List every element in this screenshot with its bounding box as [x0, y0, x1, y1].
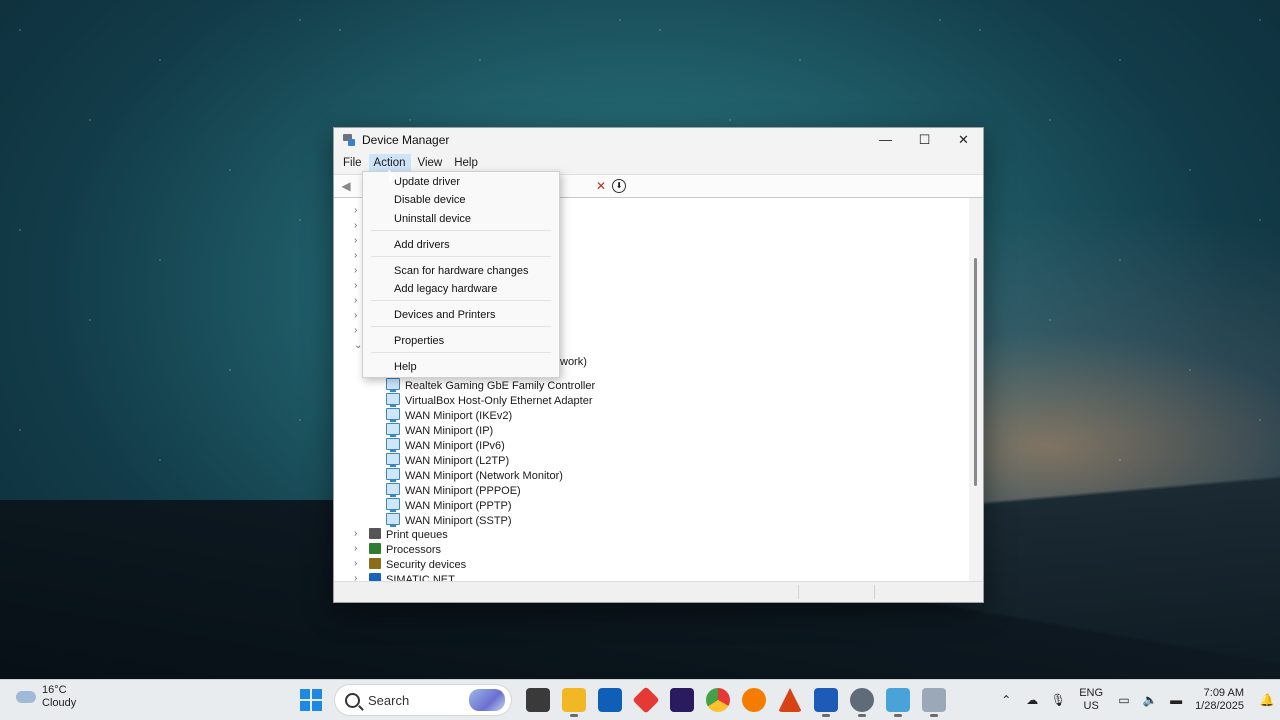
weather-widget[interactable]: 16°C Cloudy — [16, 684, 76, 710]
cloud-icon — [16, 691, 36, 703]
chevron-right-icon[interactable]: › — [354, 543, 364, 554]
tree-item[interactable]: WAN Miniport (Network Monitor) — [386, 468, 563, 483]
task-view-icon[interactable] — [526, 688, 550, 712]
tree-category-processors[interactable]: Processors — [369, 543, 441, 558]
microphone-icon[interactable]: 🎙 — [1050, 692, 1066, 708]
network-adapter-icon — [386, 408, 400, 422]
processor-icon — [369, 543, 381, 554]
chrome-icon[interactable] — [706, 688, 730, 712]
taskbar-search[interactable]: Search — [334, 684, 512, 716]
menu-item-add-legacy-hardware[interactable]: Add legacy hardware — [394, 283, 497, 295]
settings-gear-icon[interactable] — [850, 688, 874, 717]
network-adapter-icon — [386, 483, 400, 497]
tree-item[interactable]: WAN Miniport (IP) — [386, 423, 493, 438]
tree-item[interactable]: WAN Miniport (PPPOE) — [386, 483, 521, 498]
tree-item[interactable]: VirtualBox Host-Only Ethernet Adapter — [386, 393, 593, 408]
network-adapter-icon — [386, 423, 400, 437]
weather-temp: 16°C — [42, 684, 67, 696]
system-tray: ⌃ ☁ 🎙 ENG US ▭ 🔈 ▬ 7:09 AM 1/28/2025 🔔 — [993, 680, 1280, 720]
menu-separator — [371, 300, 551, 301]
device-manager-taskbar-icon[interactable] — [922, 688, 946, 717]
close-button[interactable]: ✕ — [944, 128, 983, 152]
printer-icon — [369, 528, 381, 539]
menu-separator — [371, 230, 551, 231]
menu-separator — [371, 352, 551, 353]
network-adapter-icon — [386, 453, 400, 467]
search-highlight-icon — [469, 689, 505, 711]
chevron-right-icon[interactable]: › — [354, 528, 364, 539]
window-title: Device Manager — [362, 133, 450, 147]
menu-item-uninstall-device[interactable]: Uninstall device — [394, 213, 471, 225]
menu-file[interactable]: File — [338, 154, 367, 172]
title-bar[interactable]: Device Manager — ☐ ✕ — [334, 128, 983, 152]
menu-item-disable-device[interactable]: Disable device — [394, 194, 466, 206]
vertical-scrollbar[interactable] — [969, 198, 983, 582]
status-bar — [334, 581, 983, 602]
tree-category-print-queues[interactable]: Print queues — [369, 528, 448, 543]
menu-separator — [371, 326, 551, 327]
anydesk-icon[interactable] — [632, 686, 660, 714]
weather-condition: Cloudy — [42, 697, 77, 709]
tree-item[interactable]: WAN Miniport (IKEv2) — [386, 408, 512, 423]
network-icon[interactable]: ▭ — [1116, 692, 1132, 708]
battery-icon[interactable]: ▬ — [1168, 692, 1184, 708]
device-manager-icon — [342, 133, 356, 147]
onedrive-cloud-icon[interactable]: ☁ — [1024, 692, 1040, 708]
security-key-icon — [369, 558, 381, 569]
start-button[interactable] — [300, 689, 322, 711]
menu-help[interactable]: Help — [449, 154, 483, 172]
menu-view[interactable]: View — [413, 154, 448, 172]
network-adapter-icon — [386, 438, 400, 452]
tree-item[interactable]: Realtek Gaming GbE Family Controller — [386, 378, 595, 393]
scrollbar-thumb[interactable] — [974, 258, 977, 486]
menu-item-scan-hardware[interactable]: Scan for hardware changes — [394, 265, 529, 277]
action-menu: Update driver Disable device Uninstall d… — [362, 171, 560, 378]
network-adapter-icon — [386, 468, 400, 482]
download-driver-icon[interactable]: ⬇ — [612, 179, 627, 193]
menu-item-help[interactable]: Help — [394, 361, 417, 373]
blender-icon[interactable] — [742, 688, 766, 712]
file-explorer-icon[interactable] — [562, 688, 586, 717]
search-label: Search — [368, 692, 410, 708]
tree-item[interactable]: WAN Miniport (SSTP) — [386, 513, 512, 528]
tree-category-security-devices[interactable]: Security devices — [369, 558, 466, 573]
tree-item[interactable]: WAN Miniport (PPTP) — [386, 498, 512, 513]
snipping-tool-icon[interactable] — [886, 688, 910, 717]
menu-item-add-drivers[interactable]: Add drivers — [394, 239, 450, 251]
search-icon — [345, 692, 360, 708]
back-arrow-icon[interactable]: ◀ — [338, 178, 354, 194]
menu-separator — [371, 256, 551, 257]
chevron-right-icon[interactable]: › — [354, 558, 364, 569]
tree-item-partial: work) — [560, 356, 587, 368]
minimize-button[interactable]: — — [866, 128, 905, 152]
taskbar: 16°C Cloudy Search ⌃ ☁ 🎙 ENG US ▭ 🔈 ▬ 7:… — [0, 679, 1280, 720]
microsoft-store-icon[interactable] — [598, 688, 622, 712]
tree-item[interactable]: WAN Miniport (L2TP) — [386, 453, 509, 468]
network-adapter-icon — [386, 378, 400, 392]
menu-item-update-driver[interactable]: Update driver — [394, 176, 460, 188]
word-icon[interactable] — [814, 688, 838, 717]
menu-item-devices-printers[interactable]: Devices and Printers — [394, 309, 496, 321]
uninstall-x-icon[interactable]: ✕ — [596, 179, 606, 193]
maximize-button[interactable]: ☐ — [905, 128, 944, 152]
notification-bell-icon[interactable]: 🔔 — [1259, 692, 1275, 708]
matlab-icon[interactable] — [778, 688, 802, 712]
volume-icon[interactable]: 🔈 — [1142, 692, 1158, 708]
network-adapter-icon — [386, 393, 400, 407]
menu-item-properties[interactable]: Properties — [394, 335, 444, 347]
network-adapter-icon — [386, 513, 400, 527]
tree-item[interactable]: WAN Miniport (IPv6) — [386, 438, 505, 453]
clock[interactable]: 7:09 AM 1/28/2025 — [1195, 687, 1244, 713]
premiere-pro-icon[interactable] — [670, 688, 694, 712]
chevron-up-icon[interactable]: ⌃ — [998, 692, 1014, 708]
language-indicator[interactable]: ENG US — [1079, 687, 1103, 713]
network-adapter-icon — [386, 498, 400, 512]
